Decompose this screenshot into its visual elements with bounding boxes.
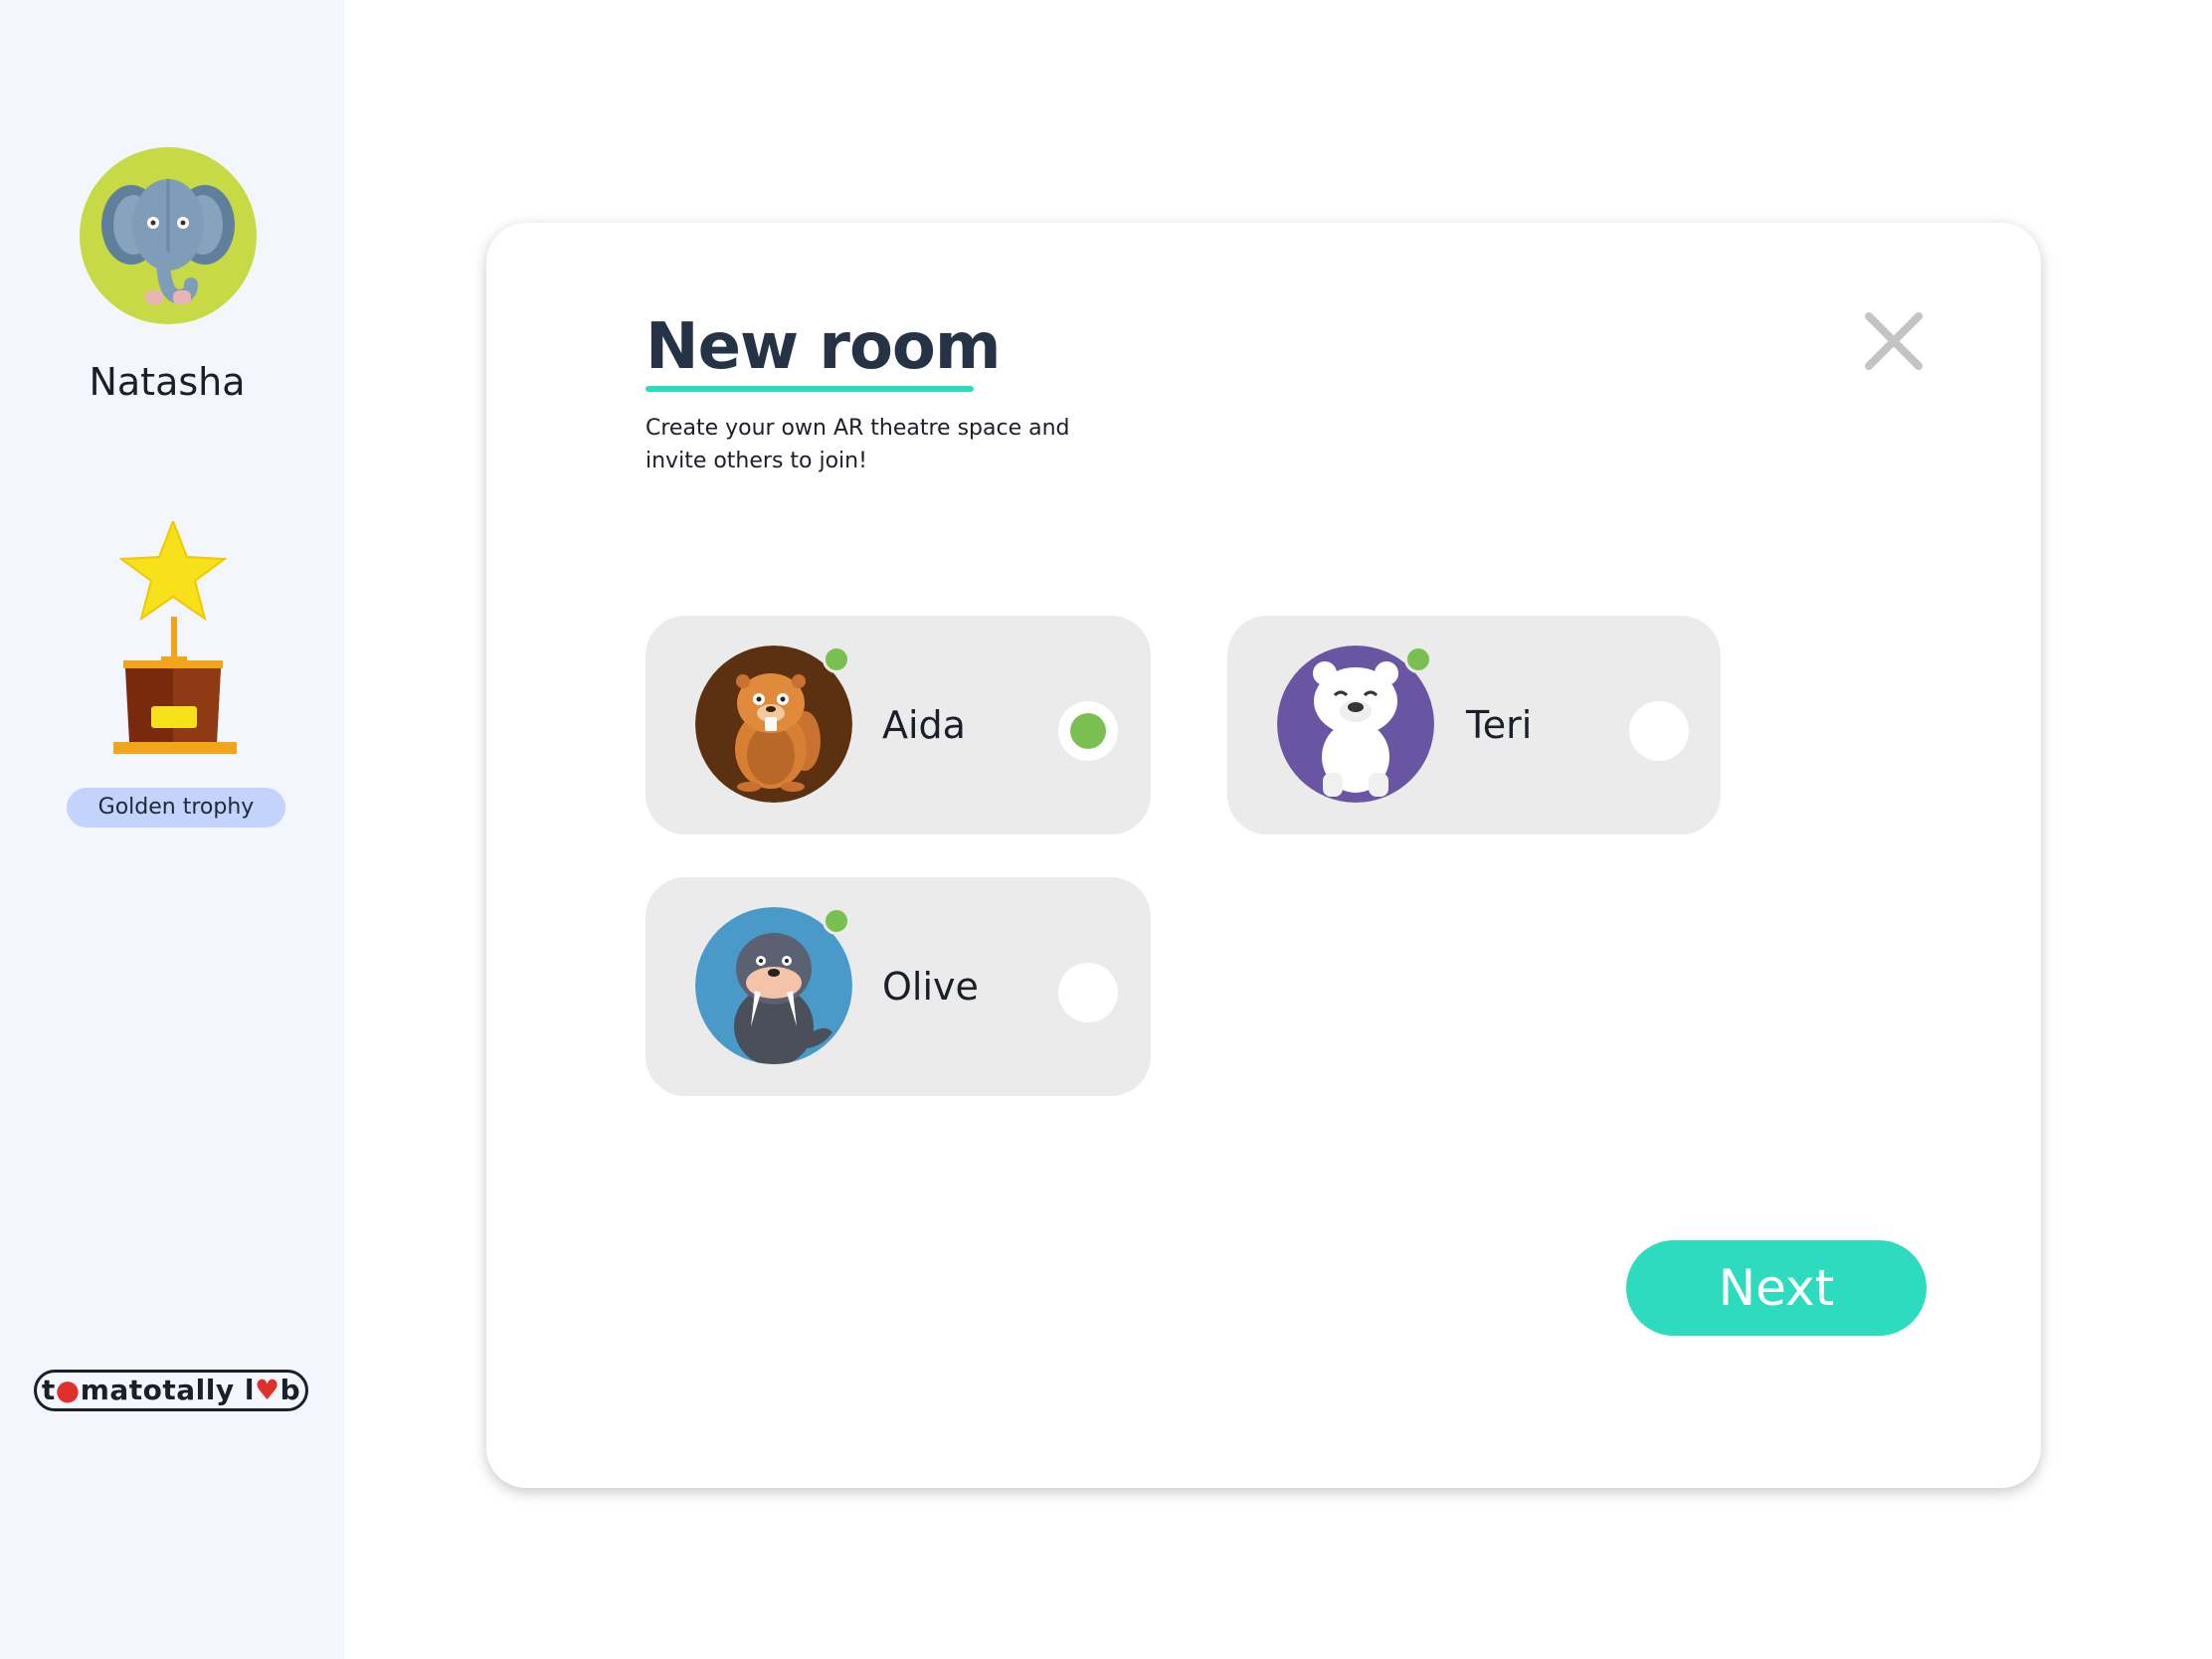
- title-underline: [645, 386, 974, 392]
- close-icon[interactable]: [1861, 308, 1927, 374]
- brand-logo: t●matotally l♥b: [34, 1370, 308, 1411]
- participant-name: Aida: [882, 703, 966, 747]
- participant-card-teri[interactable]: Teri: [1227, 616, 1721, 834]
- achievement-badge: Golden trophy: [67, 788, 285, 828]
- participant-name: Olive: [882, 965, 979, 1009]
- participant-card-aida[interactable]: Aida: [645, 616, 1151, 834]
- online-indicator: [823, 907, 850, 935]
- modal-subtitle: Create your own AR theatre space and inv…: [645, 416, 1070, 473]
- new-room-modal: New room Create your own AR theatre spac…: [486, 223, 2041, 1488]
- user-name: Natasha: [89, 360, 246, 404]
- select-radio-aida[interactable]: [1058, 701, 1118, 761]
- participant-name: Teri: [1466, 703, 1533, 747]
- participant-card-olive[interactable]: Olive: [645, 877, 1151, 1096]
- select-radio-teri[interactable]: [1629, 701, 1689, 761]
- next-button[interactable]: Next: [1626, 1240, 1927, 1336]
- modal-title: New room: [645, 310, 1002, 384]
- sidebar: Natasha Golden trophy t●matotally l♥b: [0, 0, 344, 1659]
- elephant-icon[interactable]: [80, 147, 257, 324]
- trophy-icon: [105, 518, 245, 760]
- online-indicator: [823, 645, 850, 673]
- online-indicator: [1404, 645, 1432, 673]
- select-radio-olive[interactable]: [1058, 963, 1118, 1022]
